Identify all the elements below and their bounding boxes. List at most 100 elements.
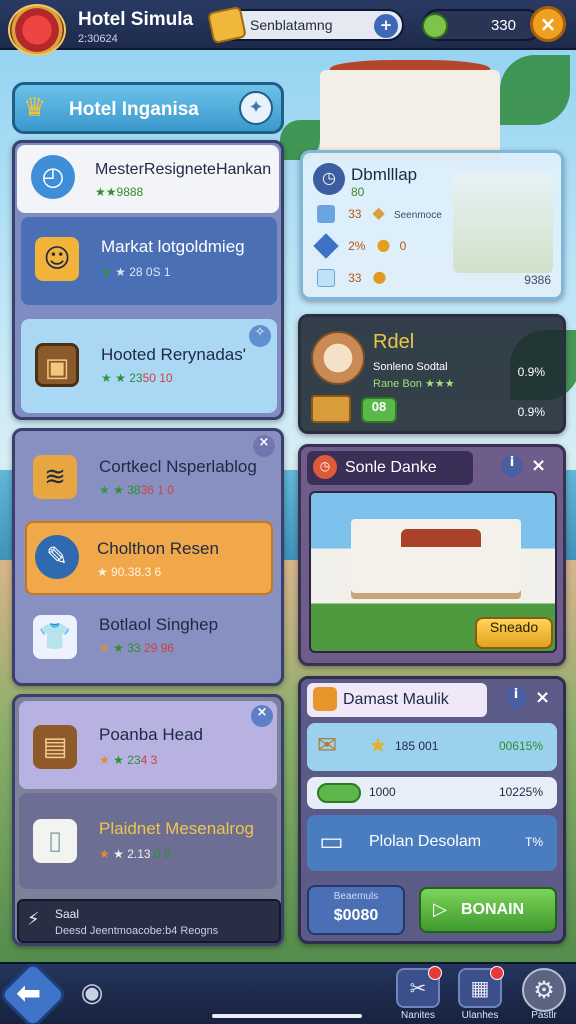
stat-label: Seenmoce (393, 210, 442, 221)
alarm-icon: ◷ (313, 455, 337, 479)
clock-gem-icon: ◴ (31, 155, 75, 199)
settings-label: Pastlr (531, 1010, 557, 1021)
list-item[interactable]: ≋ Cortkecl Nsperlablog ★ ★ 3836 1 0 (19, 439, 275, 515)
bread-stack-icon: ≋ (33, 455, 77, 499)
budget-panel: Damast Maulik i × ✉ ★ 185 001 00615% 100… (298, 676, 566, 944)
upgrades-panel: ◴ MesterResigneteHankan ★★9888 ☺ Markat … (12, 140, 284, 420)
item-name: Poanba Head (99, 725, 203, 744)
list-item-selected[interactable]: ✎ Cholthon Resen ★ 90.38.3 6 (25, 521, 273, 595)
notification-badge (428, 966, 442, 980)
palm-tree (500, 55, 570, 125)
item-meta: ★ ★ 2350 10 (101, 371, 173, 385)
building-icon (313, 687, 337, 711)
gold-ticket-icon (207, 5, 247, 45)
top-bar: Hotel Simula 2:30624 Senblatamng + 330 × (0, 0, 576, 56)
close-button[interactable]: × (530, 6, 566, 42)
panel-header: Damast Maulik (307, 683, 487, 717)
hotel-header-bar: ♛ Hotel Inganisa ✦ (12, 82, 284, 134)
cost-label: Beaemuls (333, 891, 379, 902)
hotel-roof (401, 529, 481, 547)
hotel-crest-icon[interactable] (8, 4, 66, 56)
clock-icon: ◷ (313, 163, 345, 195)
stat-row: 2% ● 0 (313, 232, 406, 259)
list-item[interactable]: ▣ Hooted Rerynadas' ★ ★ 2350 10 ✧ (21, 319, 277, 413)
item-name: Hooted Rerynadas' (101, 345, 246, 364)
food-frame-icon: ▣ (35, 343, 79, 387)
parasol-icon (311, 331, 365, 385)
building-preview (453, 173, 553, 273)
close-panel-button[interactable]: × (531, 455, 546, 476)
list-item[interactable]: ☺ Markat lotgoldmieg ★ ★ 28 0S 1 (21, 217, 277, 305)
info-button[interactable]: i (501, 455, 523, 477)
blue-gem-icon (313, 232, 339, 259)
settings-gear-icon[interactable]: ⚙ (522, 968, 566, 1012)
nav-map-button[interactable]: ▦ (458, 966, 504, 1008)
building-stats-panel: ◷ Dbmlllap 80 33 ◆ Seenmoce 2% ● 0 33 ● … (300, 150, 564, 300)
coin-icon: ● (376, 235, 391, 254)
level-badge[interactable]: 08 (361, 397, 397, 423)
meta-value-a: ★ 23 (113, 753, 141, 767)
panel-title: Rdel (373, 331, 415, 353)
list-item[interactable]: ◴ MesterResigneteHankan ★★9888 (17, 145, 279, 213)
stat-row: 33 ● (317, 267, 387, 287)
status-label: Senblatamng (250, 17, 333, 33)
lightning-icon: ⚡ (27, 909, 40, 930)
item-name: Cortkecl Nsperlablog (99, 457, 257, 476)
list-item[interactable]: ▯ Plaidnet Mesenalrog ★ ★ 2.13.0 6 (19, 793, 277, 889)
item-meta: ★ ★ 3836 1 0 (99, 483, 174, 497)
item-meta: ★★9888 (95, 185, 144, 199)
meta-value-b: 36 1 0 (140, 483, 174, 497)
orange-coin-icon: ● (372, 267, 387, 286)
panel-title: Damast Maulik (343, 691, 449, 708)
towel-icon: ▭ (319, 827, 344, 857)
status-pill[interactable]: Senblatamng + (207, 5, 404, 45)
nav-label: Ulanhes (461, 1010, 499, 1021)
info-button[interactable]: i (505, 687, 527, 709)
confirm-label: BONAIN (461, 901, 525, 918)
camera-icon[interactable]: ◉ (74, 978, 110, 1012)
sparkle-icon[interactable]: ✧ (249, 325, 271, 347)
crate-icon: ▤ (33, 725, 77, 769)
footer-note: ⚡ Saal Deesd Jeentmoacobe:b4 Reogns (17, 899, 281, 943)
trophy-face-icon: ☺ (35, 237, 79, 281)
item-meta: ★ ★ 234 3 (99, 753, 158, 767)
confirm-button[interactable]: ▷ BONAIN (419, 887, 557, 933)
puzzle-button[interactable]: ✦ (239, 91, 273, 125)
chest-icon (311, 395, 351, 423)
scroll-icon: ✉ (317, 731, 338, 759)
item-name: Plaidnet Mesenalrog (99, 819, 254, 838)
background-hotel (320, 70, 500, 160)
panel-header: ◷ Sonle Danke (307, 451, 473, 485)
coin-counter[interactable]: 330 (422, 9, 542, 41)
row-percent: 10225% (498, 785, 543, 799)
hotel-view-panel: ◷ Sonle Danke i × Sneado (298, 444, 566, 666)
close-panel-button[interactable]: × (535, 687, 550, 708)
item-meta: ★ ★ 2.13.0 6 (99, 847, 171, 861)
action-button[interactable]: Sneado (475, 617, 553, 649)
meta-value-a: ★ 2.13 (113, 847, 151, 861)
app-subtitle: 2:30624 (78, 33, 118, 45)
toggle-icon[interactable] (317, 783, 361, 803)
wand-tool-icon: ✎ (35, 535, 79, 579)
close-item-button[interactable]: × (251, 705, 273, 727)
panel-sub2: Rane Bon ★★★ (373, 378, 455, 390)
list-item[interactable]: ▤ Poanba Head ★ ★ 234 3 × (19, 701, 277, 789)
budget-row[interactable]: ▭ Plolan Desolam T% (307, 815, 557, 871)
hotel-header-title: Hotel Inganisa (69, 99, 199, 120)
status-add-button[interactable]: + (374, 14, 398, 38)
list-item[interactable]: 👕 Botlaol Singhep ★ ★ 33 29 96 (19, 601, 275, 681)
app-title: Hotel Simula (78, 9, 194, 30)
crown-icon: ♛ (23, 93, 47, 123)
meta-value-a: ★ 23 (115, 371, 143, 385)
cost-value: $0080 (333, 907, 379, 924)
item-meta: ★ 90.38.3 6 (97, 565, 162, 579)
stat-value: 2% (348, 239, 366, 253)
budget-row[interactable]: ✉ ★ 185 001 00615% (307, 723, 557, 771)
item-meta: ★ ★ 33 29 96 (99, 641, 174, 655)
cost-button[interactable]: Beaemuls $0080 (307, 885, 405, 935)
meta-value-b: 29 96 (143, 641, 174, 655)
towel-roll-icon: ▯ (33, 819, 77, 863)
budget-row[interactable]: 1000 10225% (307, 777, 557, 809)
nav-tools-button[interactable]: ✂ (396, 966, 442, 1008)
shirt-stars-icon: 👕 (33, 615, 77, 659)
